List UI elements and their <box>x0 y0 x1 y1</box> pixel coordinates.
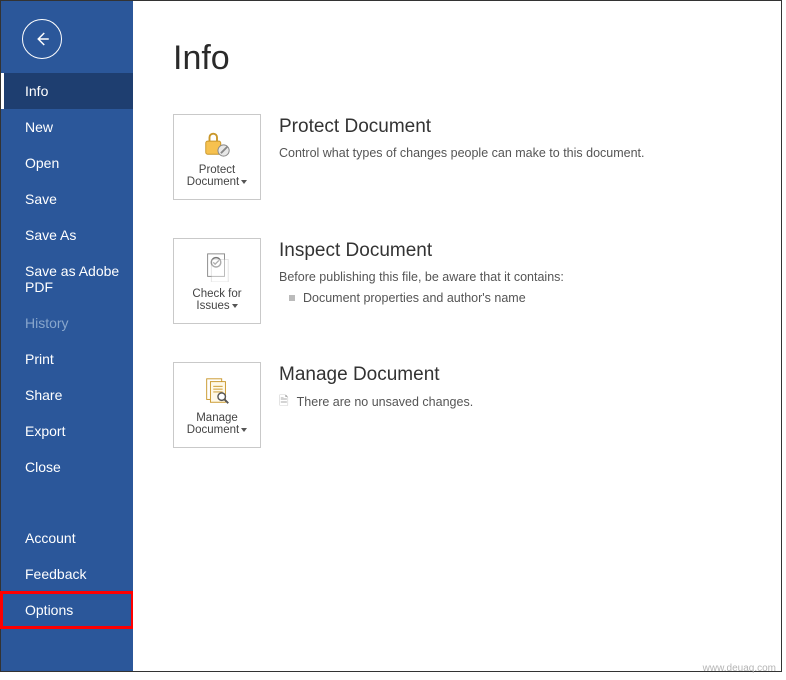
section-title: Manage Document <box>279 364 473 386</box>
section-inspect: Check for Issues Inspect Document Before… <box>173 238 761 324</box>
tile-label: Manage <box>196 412 238 424</box>
main-panel: Info Protect Document Protect Document C… <box>133 1 781 671</box>
tile-label: Document <box>187 424 239 436</box>
bullet-icon <box>289 295 295 301</box>
sidebar-item-new[interactable]: New <box>1 109 133 145</box>
manage-document-button[interactable]: Manage Document <box>173 362 261 448</box>
protect-document-button[interactable]: Protect Document <box>173 114 261 200</box>
sidebar-item-label: Print <box>25 351 54 367</box>
sidebar-item-label: Export <box>25 423 65 439</box>
sidebar-item-label: Open <box>25 155 59 171</box>
inspect-list: Document properties and author's name <box>279 291 564 305</box>
sidebar-item-save-as[interactable]: Save As <box>1 217 133 253</box>
list-item: Document properties and author's name <box>279 291 564 305</box>
section-title: Protect Document <box>279 116 645 138</box>
sidebar-item-account[interactable]: Account <box>1 520 133 556</box>
sidebar-item-save-adobe-pdf[interactable]: Save as Adobe PDF <box>1 253 133 305</box>
page-title: Info <box>173 39 761 78</box>
document-search-icon <box>202 374 232 408</box>
sidebar-item-label: Feedback <box>25 566 86 582</box>
section-desc: Before publishing this file, be aware th… <box>279 268 564 287</box>
sidebar-item-options[interactable]: Options <box>1 592 133 628</box>
backstage-sidebar: Info New Open Save Save As Save as Adobe… <box>1 1 133 671</box>
check-for-issues-button[interactable]: Check for Issues <box>173 238 261 324</box>
chevron-down-icon <box>232 304 238 308</box>
back-button[interactable] <box>22 19 62 59</box>
sidebar-item-label: Save as Adobe PDF <box>25 263 119 295</box>
sidebar-item-close[interactable]: Close <box>1 449 133 485</box>
sidebar-item-info[interactable]: Info <box>1 73 133 109</box>
sidebar-item-print[interactable]: Print <box>1 341 133 377</box>
sidebar-item-export[interactable]: Export <box>1 413 133 449</box>
sidebar-item-label: Account <box>25 530 76 546</box>
sidebar-item-label: Close <box>25 459 61 475</box>
section-title: Inspect Document <box>279 240 564 262</box>
tile-label: Document <box>187 176 239 188</box>
watermark: www.deuaq.com <box>703 663 776 674</box>
list-item-label: Document properties and author's name <box>303 291 526 305</box>
sidebar-item-save[interactable]: Save <box>1 181 133 217</box>
sidebar-item-label: Share <box>25 387 62 403</box>
document-icon: 🗎 <box>279 392 289 413</box>
section-manage: Manage Document Manage Document 🗎 There … <box>173 362 761 448</box>
tile-label: Issues <box>196 300 229 312</box>
sidebar-item-label: Info <box>25 83 48 99</box>
sidebar-item-label: Save As <box>25 227 76 243</box>
sidebar-menu: Info New Open Save Save As Save as Adobe… <box>1 73 133 628</box>
sidebar-item-feedback[interactable]: Feedback <box>1 556 133 592</box>
section-desc: Control what types of changes people can… <box>279 144 645 163</box>
document-check-icon <box>202 250 232 284</box>
chevron-down-icon <box>241 428 247 432</box>
sidebar-item-label: Options <box>25 602 73 618</box>
sidebar-item-label: Save <box>25 191 57 207</box>
chevron-down-icon <box>241 180 247 184</box>
arrow-left-icon <box>33 30 51 48</box>
sidebar-item-open[interactable]: Open <box>1 145 133 181</box>
lock-icon <box>202 126 232 160</box>
sidebar-item-label: New <box>25 119 53 135</box>
tile-label: Protect <box>199 164 235 176</box>
sidebar-item-label: History <box>25 315 69 331</box>
section-protect: Protect Document Protect Document Contro… <box>173 114 761 200</box>
sidebar-item-history[interactable]: History <box>1 305 133 341</box>
section-desc: There are no unsaved changes. <box>297 393 474 412</box>
tile-label: Check for <box>192 288 241 300</box>
sidebar-item-share[interactable]: Share <box>1 377 133 413</box>
